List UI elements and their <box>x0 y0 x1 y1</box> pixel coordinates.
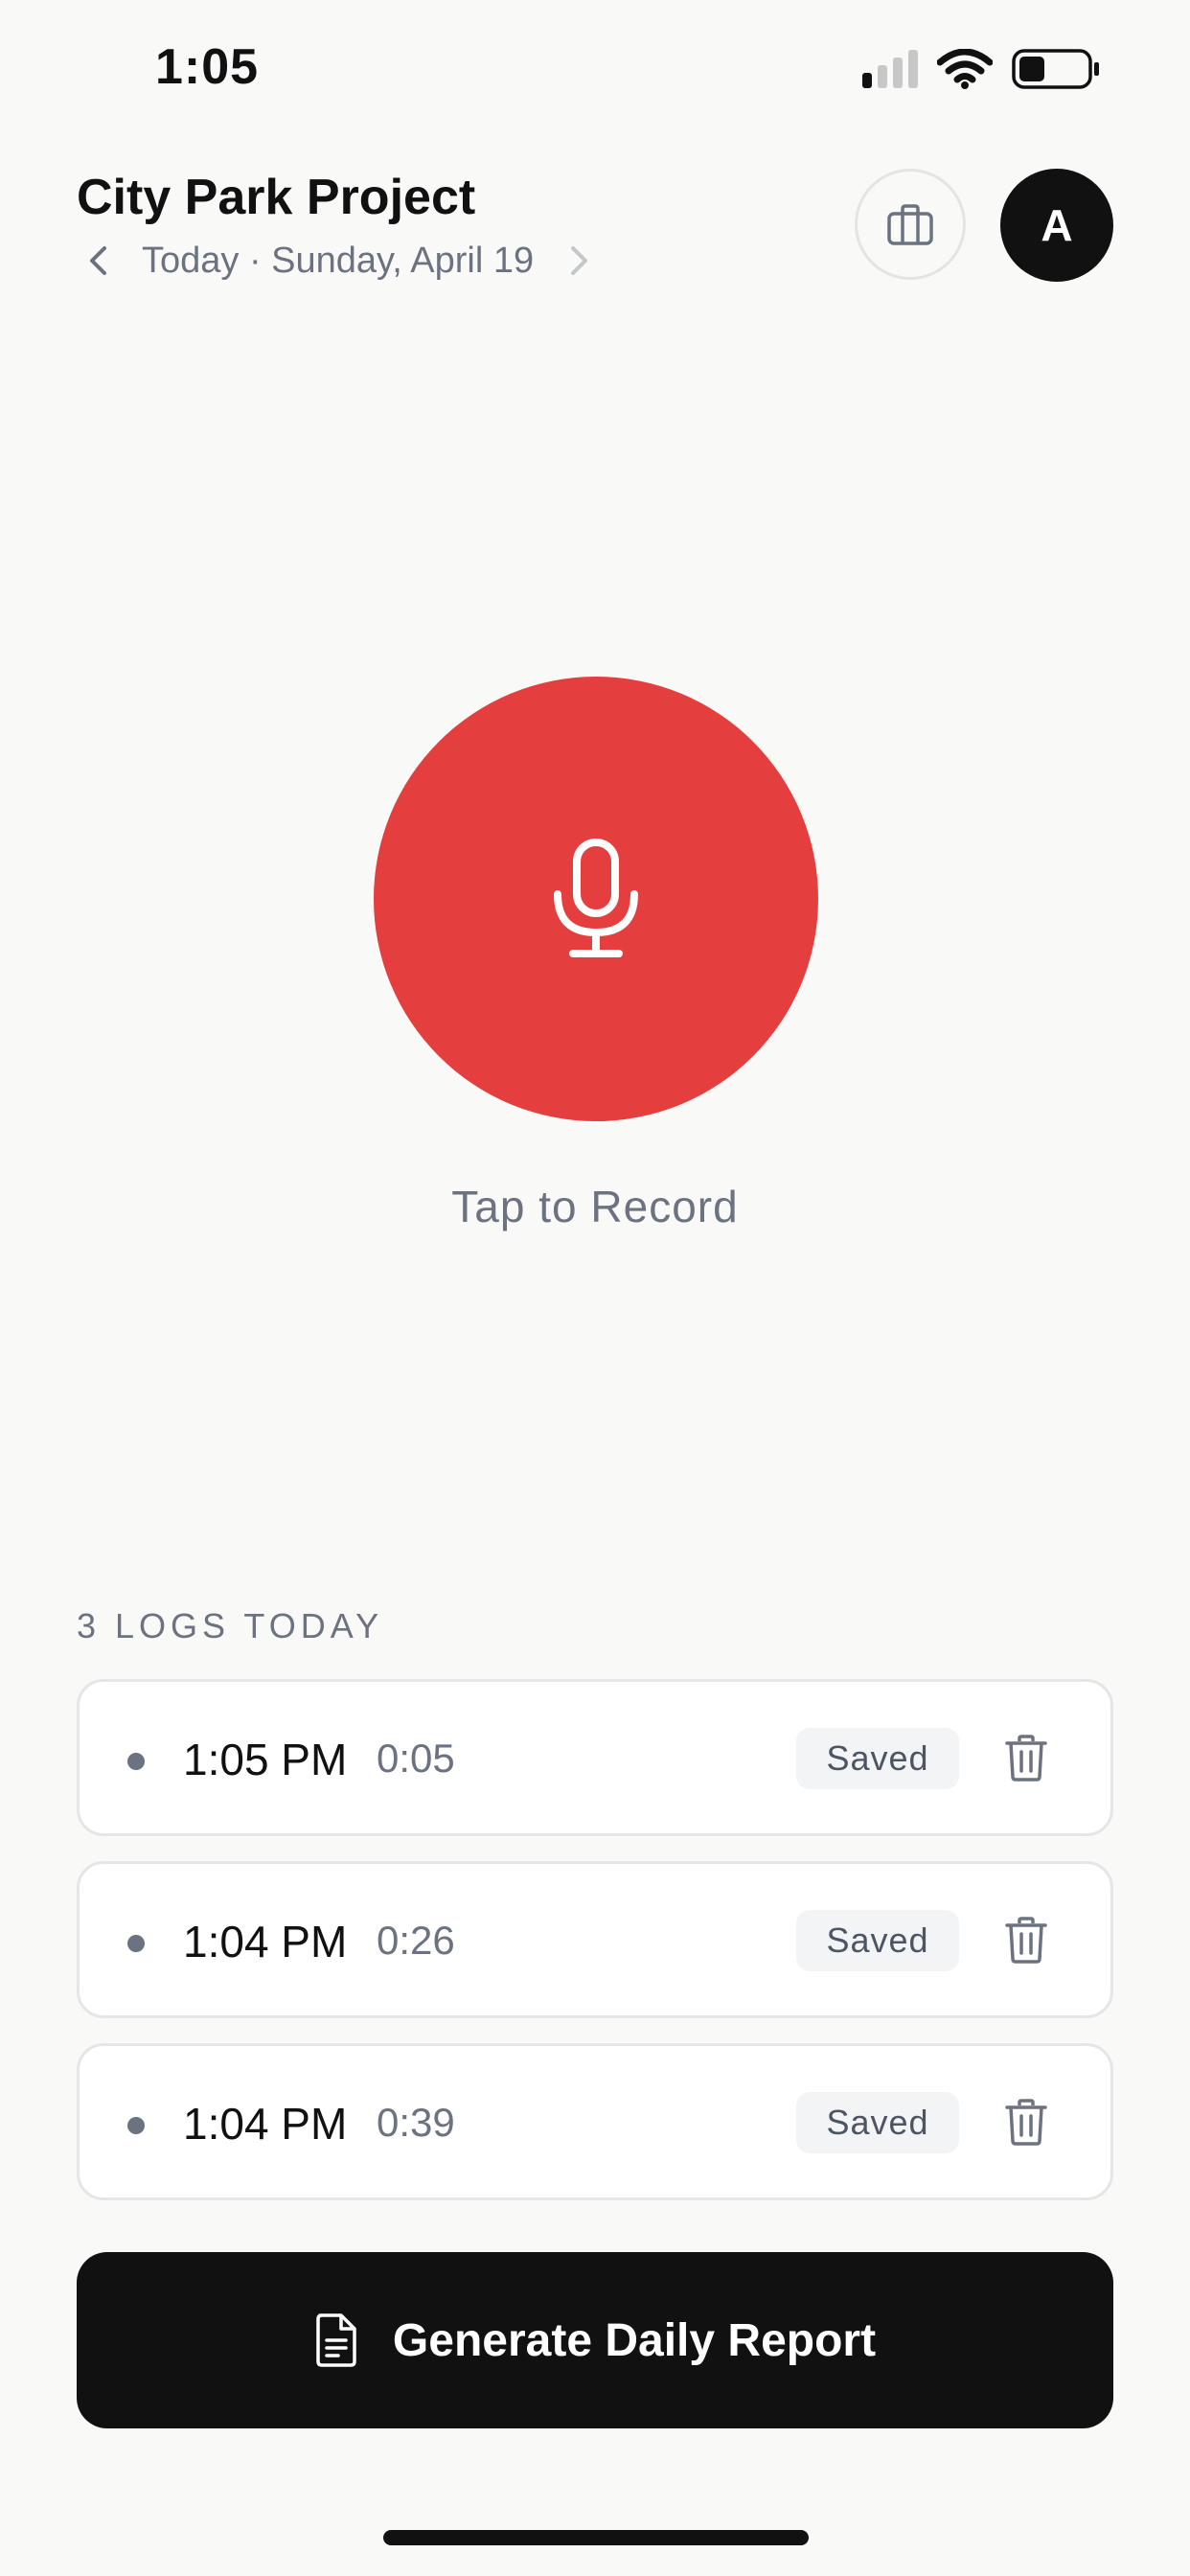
log-item[interactable]: 1:04 PM 0:39 Saved <box>77 2043 1113 2200</box>
chevron-left-icon <box>90 246 106 275</box>
delete-log-button[interactable] <box>999 1732 1053 1785</box>
log-status-dot <box>127 1935 145 1952</box>
record-label: Tap to Record <box>451 1182 739 1231</box>
log-status-dot <box>127 2117 145 2134</box>
record-button[interactable] <box>374 677 818 1121</box>
status-time: 1:05 <box>155 39 260 95</box>
log-item[interactable]: 1:04 PM 0:26 Saved <box>77 1861 1113 2018</box>
log-time: 1:05 PM <box>183 1735 348 1784</box>
log-time: 1:04 PM <box>183 2099 348 2149</box>
status-icons <box>862 48 1102 90</box>
trash-icon <box>1005 1735 1047 1782</box>
saved-badge: Saved <box>796 2092 959 2153</box>
briefcase-icon <box>887 204 933 245</box>
generate-daily-report-button[interactable]: Generate Daily Report <box>77 2252 1113 2428</box>
saved-badge: Saved <box>796 1910 959 1971</box>
battery-icon <box>1012 49 1099 89</box>
delete-log-button[interactable] <box>999 1914 1053 1967</box>
status-bar: 1:05 <box>0 0 1190 144</box>
log-list: 1:05 PM 0:05 Saved 1:04 PM 0:26 Saved 1:… <box>77 1679 1113 2225</box>
previous-day-button[interactable] <box>77 240 119 282</box>
wifi-icon <box>937 49 993 89</box>
microphone-icon <box>554 839 638 957</box>
log-status-dot <box>127 1753 145 1770</box>
project-title[interactable]: City Park Project <box>77 169 475 226</box>
document-icon <box>316 2313 356 2367</box>
saved-badge: Saved <box>796 1728 959 1789</box>
date-label: Today · Sunday, April 19 <box>142 240 535 281</box>
trash-icon <box>1005 1917 1047 1964</box>
logs-heading: 3 LOGS TODAY <box>77 1606 384 1645</box>
chevron-right-icon <box>571 246 588 275</box>
trash-icon <box>1005 2099 1047 2146</box>
projects-button[interactable] <box>855 169 966 280</box>
app-screen: 1:05 City Park Project Today · Sunday, A… <box>0 0 1190 2576</box>
log-duration: 0:26 <box>377 1918 455 1963</box>
date-navigator: Today · Sunday, April 19 <box>77 240 601 282</box>
generate-daily-report-label: Generate Daily Report <box>392 2314 877 2366</box>
log-duration: 0:39 <box>377 2100 455 2145</box>
home-indicator[interactable] <box>383 2530 809 2545</box>
log-duration: 0:05 <box>377 1736 455 1781</box>
log-time: 1:04 PM <box>183 1917 348 1966</box>
cellular-signal-icon <box>862 50 918 88</box>
next-day-button[interactable] <box>559 240 601 282</box>
avatar[interactable]: A <box>1000 169 1113 282</box>
log-item[interactable]: 1:05 PM 0:05 Saved <box>77 1679 1113 1836</box>
delete-log-button[interactable] <box>999 2096 1053 2150</box>
